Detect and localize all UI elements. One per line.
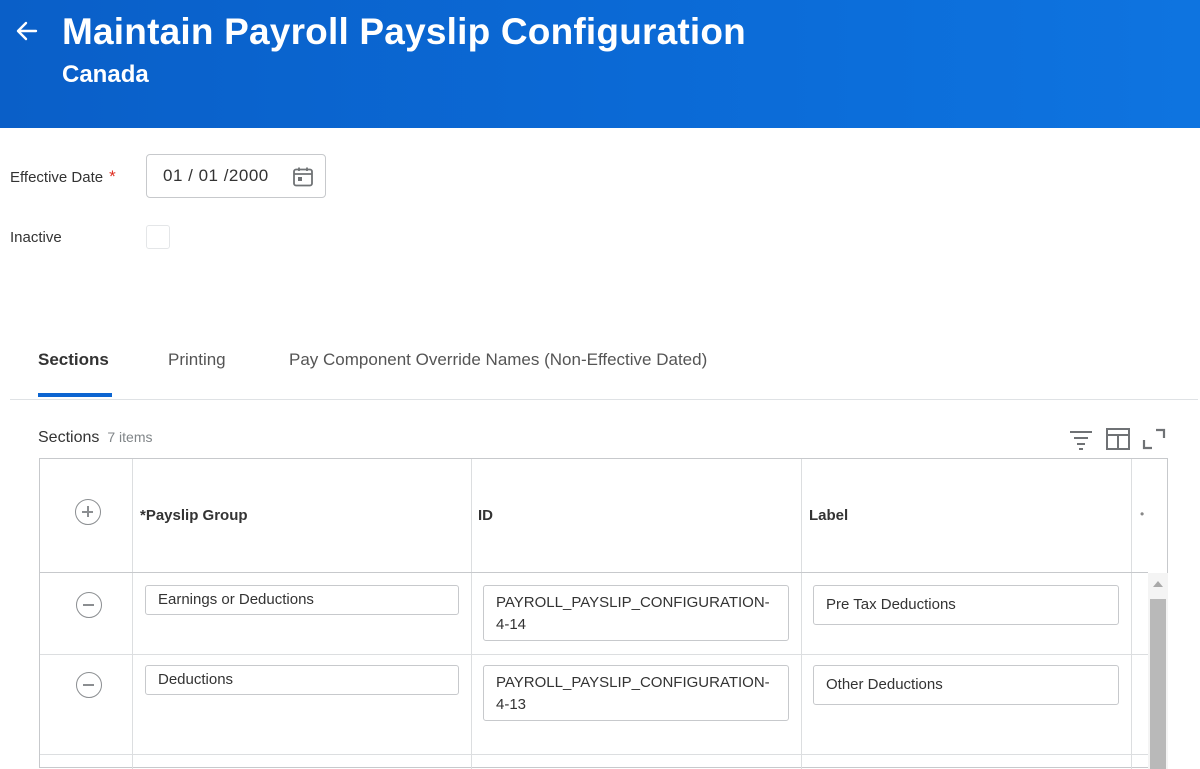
id-field[interactable]: PAYROLL_PAYSLIP_CONFIGURATION-4-14	[483, 585, 789, 641]
label-input[interactable]: Pre Tax Deductions	[813, 585, 1119, 625]
back-button[interactable]	[10, 14, 44, 48]
page-header: Maintain Payroll Payslip Configuration C…	[0, 0, 1200, 128]
tab-sections[interactable]: Sections	[38, 350, 109, 370]
column-header-label[interactable]: Label	[809, 507, 848, 524]
grid-title: Sections 7 items	[38, 429, 153, 447]
column-header-payslip-group[interactable]: *Payslip Group	[140, 507, 248, 524]
column-divider	[801, 459, 802, 769]
tab-printing[interactable]: Printing	[168, 350, 226, 370]
columns-icon[interactable]	[1105, 427, 1131, 451]
scroll-up-arrow-icon[interactable]	[1153, 581, 1163, 587]
tab-pay-component-override-names[interactable]: Pay Component Override Names (Non-Effect…	[289, 350, 707, 370]
page-subtitle: Canada	[62, 61, 149, 88]
inactive-label: Inactive	[10, 229, 62, 246]
tab-divider	[10, 399, 1198, 400]
column-divider	[471, 459, 472, 769]
calendar-icon[interactable]	[291, 165, 315, 189]
inactive-checkbox[interactable]	[146, 225, 170, 249]
id-field[interactable]: PAYROLL_PAYSLIP_CONFIGURATION-4-13	[483, 665, 789, 721]
scrollbar-thumb[interactable]	[1150, 599, 1166, 769]
page-title: Maintain Payroll Payslip Configuration	[62, 11, 746, 52]
payslip-group-input[interactable]: Deductions	[145, 665, 459, 695]
payslip-group-input[interactable]: Earnings or Deductions	[145, 585, 459, 615]
sections-grid: *Payslip Group ID Label • Earnings or De…	[39, 458, 1168, 769]
effective-date-label: Effective Date *	[10, 167, 116, 187]
effective-date-value: 01 / 01 /2000	[163, 166, 269, 185]
column-overflow-marker: •	[1140, 507, 1145, 521]
header-divider	[40, 572, 1148, 573]
effective-date-label-text: Effective Date	[10, 169, 104, 186]
label-input[interactable]: Other Deductions	[813, 665, 1119, 705]
grid-item-count: 7 items	[107, 429, 153, 445]
add-row-button[interactable]	[75, 499, 101, 525]
active-tab-indicator	[38, 393, 112, 397]
column-divider	[1131, 459, 1132, 769]
remove-row-button[interactable]	[76, 592, 102, 618]
filter-icon[interactable]	[1068, 427, 1094, 451]
required-marker: *	[109, 167, 116, 186]
arrow-left-icon	[16, 21, 38, 41]
grid-title-text: Sections	[38, 429, 100, 446]
column-divider	[132, 459, 133, 769]
column-header-id[interactable]: ID	[478, 507, 493, 524]
row-divider	[40, 754, 1148, 755]
grid-scrollbar[interactable]	[1148, 573, 1168, 769]
expand-icon[interactable]	[1141, 427, 1167, 451]
row-divider	[40, 654, 1148, 655]
remove-row-button[interactable]	[76, 672, 102, 698]
effective-date-input[interactable]: 01 / 01 /2000	[146, 154, 326, 198]
